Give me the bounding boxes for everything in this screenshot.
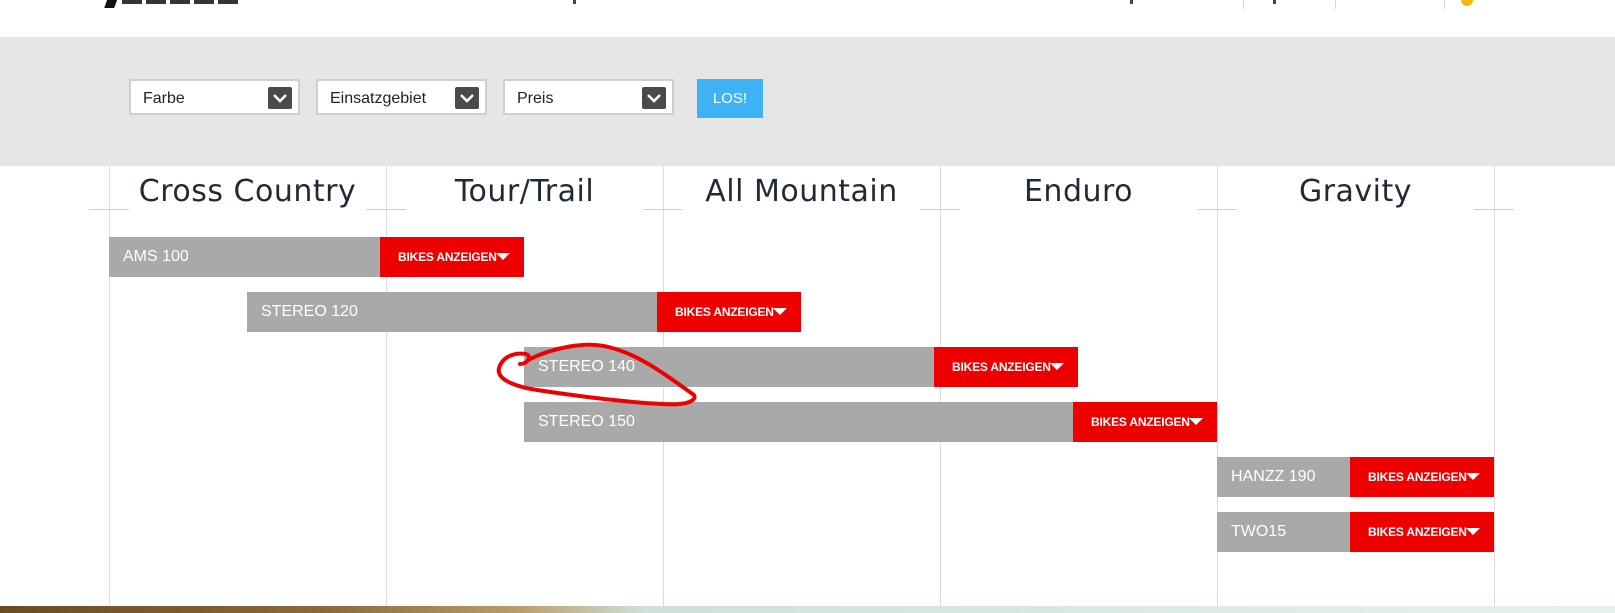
show-bikes-button[interactable]: BIKES ANZEIGEN — [1350, 512, 1494, 552]
show-bikes-label: BIKES ANZEIGEN — [675, 305, 774, 319]
caret-down-icon — [1466, 528, 1480, 535]
bike-name: AMS 100 — [123, 248, 189, 265]
price-select[interactable]: Preis — [503, 79, 674, 115]
chevron-down-icon — [455, 87, 479, 109]
show-bikes-label: BIKES ANZEIGEN — [1368, 525, 1467, 539]
column-divider — [109, 166, 110, 606]
go-button[interactable]: LOS! — [697, 79, 763, 118]
show-bikes-label: BIKES ANZEIGEN — [1091, 415, 1190, 429]
bike-row: AMS 100 BIKES ANZEIGEN — [109, 237, 524, 277]
caret-down-icon — [773, 308, 787, 315]
caret-down-icon — [1466, 473, 1480, 480]
category-all-mountain: All Mountain — [705, 174, 898, 209]
show-bikes-button[interactable]: BIKES ANZEIGEN — [380, 237, 524, 277]
bike-name: STEREO 120 — [261, 303, 358, 320]
show-bikes-button[interactable]: BIKES ANZEIGEN — [1350, 457, 1494, 497]
usage-select[interactable]: Einsatzgebiet — [316, 79, 487, 115]
bike-row: TWO15 BIKES ANZEIGEN — [1217, 512, 1494, 552]
heading-rule — [1197, 209, 1237, 210]
hero-image-edge — [0, 606, 1615, 613]
bike-row: HANZZ 190 BIKES ANZEIGEN — [1217, 457, 1494, 497]
chevron-down-icon — [642, 87, 666, 109]
category-tour-trail: Tour/Trail — [454, 174, 595, 209]
bike-name: HANZZ 190 — [1231, 468, 1316, 485]
category-cross-country: Cross Country — [138, 174, 357, 209]
bike-row: STEREO 120 BIKES ANZEIGEN — [247, 292, 801, 332]
heading-rule — [366, 209, 406, 210]
category-gravity: Gravity — [1298, 174, 1413, 209]
show-bikes-label: BIKES ANZEIGEN — [398, 250, 497, 264]
nav-divider — [1243, 0, 1244, 9]
heading-rule — [920, 209, 960, 210]
top-navigation — [0, 0, 1615, 37]
caret-down-icon — [1189, 418, 1203, 425]
highlight-annotation — [496, 342, 697, 407]
price-select-label: Preis — [517, 90, 554, 107]
brand-logo[interactable] — [100, 0, 260, 8]
heading-rule — [1474, 209, 1514, 210]
filter-bar: Farbe Einsatzgebiet Preis LOS! — [0, 37, 1615, 166]
heading-rule — [643, 209, 683, 210]
heading-rule — [89, 209, 129, 210]
category-enduro: Enduro — [1023, 174, 1134, 209]
chevron-down-icon — [268, 87, 292, 109]
nav-fragment — [1130, 0, 1133, 4]
show-bikes-button[interactable]: BIKES ANZEIGEN — [934, 347, 1078, 387]
nav-fragment — [573, 0, 576, 4]
category-grid: Cross Country Tour/Trail All Mountain En… — [0, 166, 1615, 606]
cart-icon[interactable] — [1461, 0, 1473, 6]
color-select[interactable]: Farbe — [129, 79, 300, 115]
color-select-label: Farbe — [143, 90, 185, 107]
bike-name: TWO15 — [1231, 523, 1287, 540]
usage-select-label: Einsatzgebiet — [330, 90, 427, 107]
show-bikes-label: BIKES ANZEIGEN — [952, 360, 1051, 374]
nav-divider — [1335, 0, 1336, 9]
show-bikes-label: BIKES ANZEIGEN — [1368, 470, 1467, 484]
column-divider — [386, 166, 387, 606]
column-divider — [1494, 166, 1495, 606]
show-bikes-button[interactable]: BIKES ANZEIGEN — [1073, 402, 1217, 442]
nav-fragment — [1273, 0, 1276, 4]
show-bikes-button[interactable]: BIKES ANZEIGEN — [657, 292, 801, 332]
nav-divider — [1444, 0, 1445, 9]
caret-down-icon — [496, 253, 510, 260]
caret-down-icon — [1050, 363, 1064, 370]
